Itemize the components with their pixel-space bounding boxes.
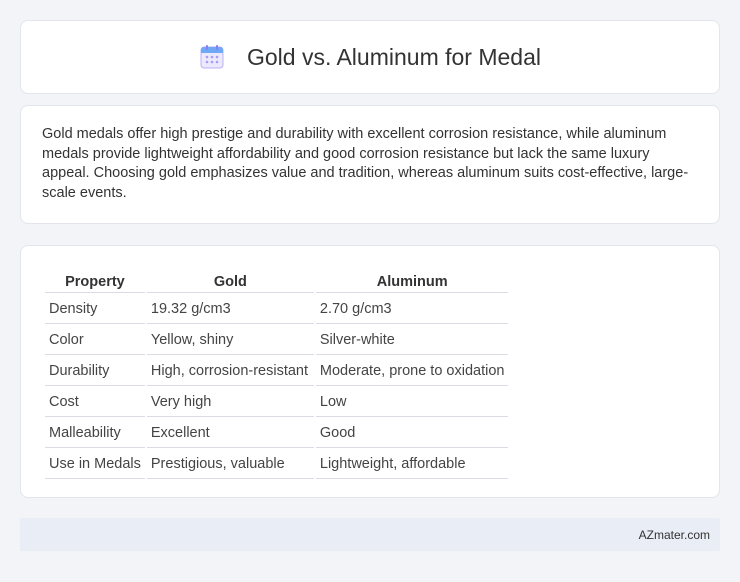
table-row: Malleability Excellent Good bbox=[45, 419, 509, 448]
title-card: Gold vs. Aluminum for Medal bbox=[20, 20, 720, 94]
table-cell: Durability bbox=[45, 357, 145, 386]
footer-bar: AZmater.com bbox=[20, 518, 720, 551]
table-row: Color Yellow, shiny Silver-white bbox=[45, 326, 509, 355]
table-cell: Silver-white bbox=[315, 326, 509, 355]
table-cell: Low bbox=[315, 388, 509, 417]
summary-card: Gold medals offer high prestige and dura… bbox=[20, 105, 720, 224]
table-cell: Very high bbox=[146, 388, 314, 417]
table-cell: Moderate, prone to oxidation bbox=[315, 357, 509, 386]
calendar-icon bbox=[200, 45, 224, 69]
table-cell: 19.32 g/cm3 bbox=[146, 295, 314, 324]
table-row: Density 19.32 g/cm3 2.70 g/cm3 bbox=[45, 295, 509, 324]
comparison-table: Property Gold Aluminum Density 19.32 g/c… bbox=[43, 266, 510, 481]
column-header-property: Property bbox=[45, 268, 145, 293]
table-row: Durability High, corrosion-resistant Mod… bbox=[45, 357, 509, 386]
table-header-row: Property Gold Aluminum bbox=[45, 268, 509, 293]
column-header-aluminum: Aluminum bbox=[315, 268, 509, 293]
column-header-gold: Gold bbox=[146, 268, 314, 293]
table-cell: Excellent bbox=[146, 419, 314, 448]
summary-text: Gold medals offer high prestige and dura… bbox=[42, 126, 689, 201]
comparison-card: Property Gold Aluminum Density 19.32 g/c… bbox=[20, 245, 720, 498]
table-cell: 2.70 g/cm3 bbox=[315, 295, 509, 324]
table-cell: Density bbox=[45, 295, 145, 324]
table-row: Use in Medals Prestigious, valuable Ligh… bbox=[45, 450, 509, 479]
table-cell: High, corrosion-resistant bbox=[146, 357, 314, 386]
table-cell: Good bbox=[315, 419, 509, 448]
page-title: Gold vs. Aluminum for Medal bbox=[246, 43, 541, 70]
table-cell: Lightweight, affordable bbox=[315, 450, 509, 479]
table-cell: Prestigious, valuable bbox=[146, 450, 314, 479]
table-cell: Malleability bbox=[45, 419, 145, 448]
table-cell: Use in Medals bbox=[45, 450, 145, 479]
footer-brand[interactable]: AZmater.com bbox=[639, 528, 710, 542]
table-cell: Cost bbox=[45, 388, 145, 417]
table-cell: Color bbox=[45, 326, 145, 355]
table-row: Cost Very high Low bbox=[45, 388, 509, 417]
table-cell: Yellow, shiny bbox=[146, 326, 314, 355]
